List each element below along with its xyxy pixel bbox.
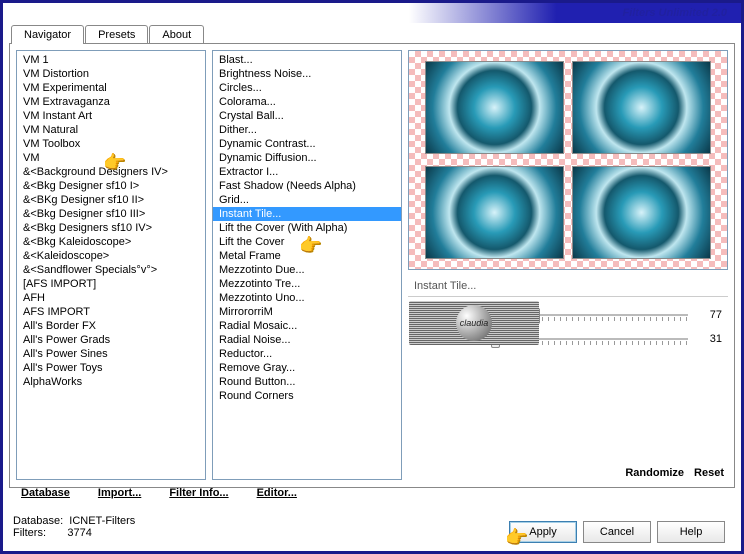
- list-item[interactable]: All's Power Toys: [17, 361, 205, 375]
- list-item[interactable]: Brightness Noise...: [213, 67, 401, 81]
- list-item[interactable]: AFS IMPORT: [17, 305, 205, 319]
- tab-content: VM 1 VM Distortion VM Experimental VM Ex…: [9, 43, 735, 488]
- list-item[interactable]: All's Power Sines: [17, 347, 205, 361]
- filters-value: 3774: [67, 527, 91, 539]
- list-item[interactable]: Dynamic Contrast...: [213, 137, 401, 151]
- footer: Database: ICNET-Filters Filters: 3774 Ap…: [13, 515, 731, 545]
- list-item[interactable]: Round Corners: [213, 389, 401, 403]
- list-item[interactable]: Mezzotinto Tre...: [213, 277, 401, 291]
- list-item[interactable]: AFH: [17, 291, 205, 305]
- list-item[interactable]: VM: [17, 151, 205, 165]
- apply-button[interactable]: Apply: [509, 521, 577, 543]
- list-item[interactable]: Extractor I...: [213, 165, 401, 179]
- list-item[interactable]: &<Bkg Designers sf10 IV>: [17, 221, 205, 235]
- title-bar: Filters Unlimited 2.0: [3, 3, 741, 23]
- editor-link[interactable]: Editor...: [257, 487, 297, 499]
- filter-list[interactable]: Blast...Brightness Noise...Circles...Col…: [212, 50, 402, 480]
- list-item[interactable]: Metal Frame: [213, 249, 401, 263]
- preview-panel: [408, 50, 728, 270]
- list-item[interactable]: Circles...: [213, 81, 401, 95]
- cancel-button[interactable]: Cancel: [583, 521, 651, 543]
- list-item[interactable]: &<Background Designers IV>: [17, 165, 205, 179]
- import-link[interactable]: Import...: [98, 487, 141, 499]
- list-item[interactable]: &<Bkg Designer sf10 I>: [17, 179, 205, 193]
- tab-presets[interactable]: Presets: [85, 25, 148, 44]
- list-item[interactable]: VM Instant Art: [17, 109, 205, 123]
- current-filter-label: Instant Tile...: [408, 276, 728, 297]
- list-item[interactable]: Reductor...: [213, 347, 401, 361]
- list-item[interactable]: VM Extravaganza: [17, 95, 205, 109]
- category-list[interactable]: VM 1 VM Distortion VM Experimental VM Ex…: [16, 50, 206, 480]
- link-bar: Database Import... Filter Info... Editor…: [21, 487, 297, 499]
- list-item[interactable]: &<Bkg Kaleidoscope>: [17, 235, 205, 249]
- list-item[interactable]: &<Kaleidoscope>: [17, 249, 205, 263]
- watermark: claudia: [409, 301, 539, 345]
- preview-tile: [572, 166, 711, 259]
- list-item[interactable]: Mezzotinto Uno...: [213, 291, 401, 305]
- list-item[interactable]: &<BKg Designer sf10 II>: [17, 193, 205, 207]
- preview-tile: [425, 166, 564, 259]
- list-item[interactable]: Fast Shadow (Needs Alpha): [213, 179, 401, 193]
- list-item[interactable]: VM Experimental: [17, 81, 205, 95]
- list-item[interactable]: &<Bkg Designer sf10 III>: [17, 207, 205, 221]
- database-link[interactable]: Database: [21, 487, 70, 499]
- list-item[interactable]: Dither...: [213, 123, 401, 137]
- list-item[interactable]: AlphaWorks: [17, 375, 205, 389]
- list-item[interactable]: Grid...: [213, 193, 401, 207]
- randomize-link[interactable]: Randomize: [625, 467, 684, 479]
- list-item[interactable]: Round Button...: [213, 375, 401, 389]
- filters-label: Filters:: [13, 527, 46, 539]
- preview-checker: [409, 51, 727, 269]
- list-item[interactable]: VM Natural: [17, 123, 205, 137]
- tab-strip: Navigator Presets About: [11, 25, 741, 44]
- list-item[interactable]: VM 1: [17, 53, 205, 67]
- preview-tile: [425, 61, 564, 154]
- list-item[interactable]: Remove Gray...: [213, 361, 401, 375]
- list-item[interactable]: MirrororriM: [213, 305, 401, 319]
- list-item[interactable]: Blast...: [213, 53, 401, 67]
- list-item[interactable]: Lift the Cover (With Alpha): [213, 221, 401, 235]
- list-item[interactable]: All's Power Grads: [17, 333, 205, 347]
- slider-value: 77: [694, 309, 722, 321]
- slider-value: 31: [694, 333, 722, 345]
- preview-tile: [572, 61, 711, 154]
- list-item[interactable]: Mezzotinto Due...: [213, 263, 401, 277]
- list-item[interactable]: Radial Noise...: [213, 333, 401, 347]
- list-item[interactable]: Instant Tile...: [213, 207, 401, 221]
- list-item[interactable]: [AFS IMPORT]: [17, 277, 205, 291]
- list-item[interactable]: Lift the Cover: [213, 235, 401, 249]
- db-label: Database:: [13, 515, 63, 527]
- list-item[interactable]: Colorama...: [213, 95, 401, 109]
- list-item[interactable]: VM Distortion: [17, 67, 205, 81]
- list-item[interactable]: All's Border FX: [17, 319, 205, 333]
- list-item[interactable]: Crystal Ball...: [213, 109, 401, 123]
- tab-navigator[interactable]: Navigator: [11, 25, 84, 44]
- list-item[interactable]: VM Toolbox: [17, 137, 205, 151]
- tab-about[interactable]: About: [149, 25, 204, 44]
- db-value: ICNET-Filters: [69, 515, 135, 527]
- list-item[interactable]: Dynamic Diffusion...: [213, 151, 401, 165]
- list-item[interactable]: &<Sandflower Specials°v°>: [17, 263, 205, 277]
- filter-info-link[interactable]: Filter Info...: [169, 487, 228, 499]
- reset-link[interactable]: Reset: [694, 467, 724, 479]
- help-button[interactable]: Help: [657, 521, 725, 543]
- list-item[interactable]: Radial Mosaic...: [213, 319, 401, 333]
